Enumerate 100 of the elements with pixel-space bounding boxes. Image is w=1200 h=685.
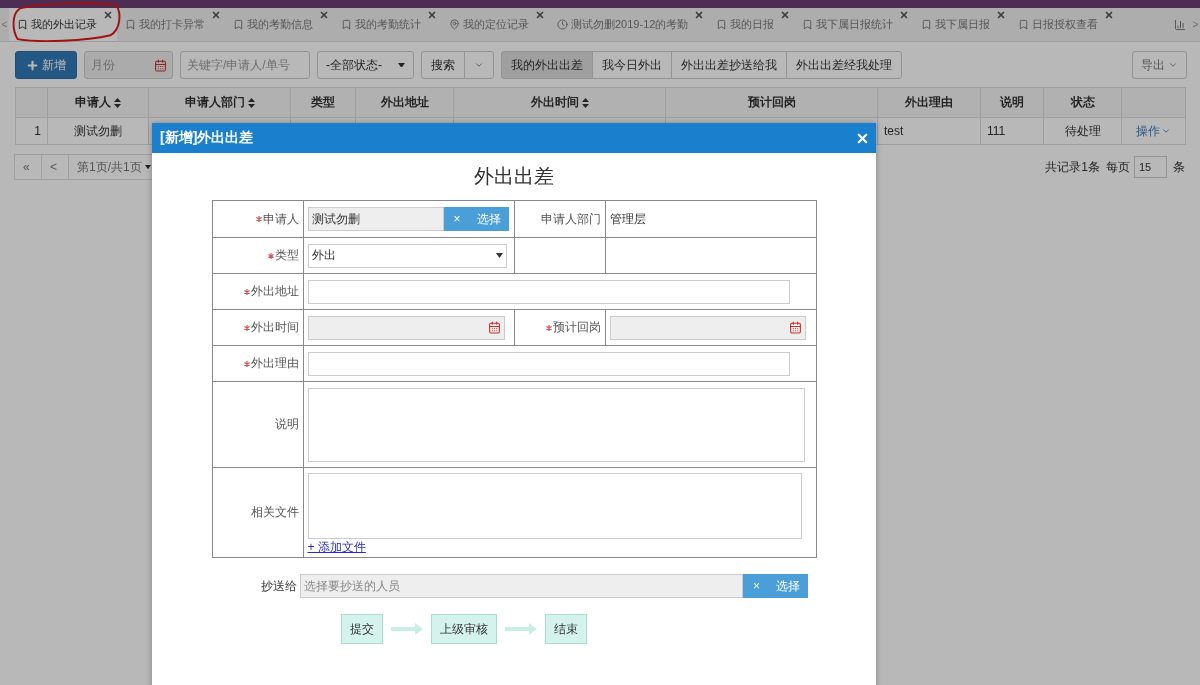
close-icon[interactable] xyxy=(319,10,329,20)
close-icon[interactable] xyxy=(1104,10,1115,20)
department-value: 管理层 xyxy=(609,211,646,226)
row-number: 1 xyxy=(15,117,48,145)
tab-label: 我的外出记录 xyxy=(31,17,97,32)
tab[interactable]: 我下属日报 xyxy=(913,8,1011,41)
view-tab[interactable]: 我今日外出 xyxy=(592,51,672,79)
view-tab[interactable]: 外出出差经我处理 xyxy=(786,51,902,79)
cc-field[interactable]: 选择要抄送的人员 xyxy=(300,574,743,598)
address-field[interactable] xyxy=(307,279,790,304)
column-header: 状态 xyxy=(1070,94,1095,111)
close-icon[interactable] xyxy=(103,10,113,20)
sort-icon[interactable] xyxy=(114,97,121,108)
calendar-icon xyxy=(154,58,167,72)
tab-label: 我的考勤统计 xyxy=(355,17,421,32)
field-label: 相关文件 xyxy=(250,504,299,521)
per-page-label: 每页 xyxy=(1106,158,1130,176)
calendar-icon xyxy=(487,321,501,334)
column-header: 申请人部门 xyxy=(184,94,245,111)
close-icon[interactable] xyxy=(535,10,545,20)
tab[interactable]: 我的打卡异常 xyxy=(117,8,225,41)
first-page-button[interactable]: « xyxy=(14,154,42,180)
close-icon[interactable] xyxy=(427,10,437,20)
prev-page-button[interactable]: < xyxy=(41,154,69,180)
tab-label: 我的考勤信息 xyxy=(247,17,313,32)
export-button[interactable]: 导出 xyxy=(1132,51,1187,79)
chart-icon[interactable] xyxy=(1174,18,1186,31)
field-label: 外出地址 xyxy=(250,283,299,300)
close-icon[interactable] xyxy=(899,10,910,20)
chevron-down-icon xyxy=(474,60,484,70)
tab[interactable]: 我的考勤信息 xyxy=(225,8,333,41)
keyword-field[interactable]: 关键字/申请人/单号 xyxy=(180,51,310,79)
search-button[interactable]: 搜索 xyxy=(421,51,465,79)
add-button[interactable]: 新增 xyxy=(15,51,77,79)
choose-button[interactable]: × 选择 xyxy=(443,207,509,231)
arrow-icon xyxy=(505,623,537,635)
sort-icon[interactable] xyxy=(247,97,255,108)
bookmark-icon xyxy=(802,19,814,30)
table-cell: 测试勿删 xyxy=(47,117,149,145)
tab[interactable]: 我的考勤统计 xyxy=(333,8,441,41)
tab-label: 我下属日报 xyxy=(935,17,991,32)
clock-icon xyxy=(557,19,568,30)
choose-button[interactable]: × 选择 xyxy=(743,574,808,598)
tab-label: 我的打卡异常 xyxy=(139,17,205,32)
reason-field[interactable] xyxy=(307,351,790,376)
field-label: 说明 xyxy=(274,416,299,433)
sort-icon[interactable] xyxy=(581,97,589,108)
flow-step: 提交 xyxy=(341,614,383,644)
close-icon[interactable] xyxy=(211,10,221,20)
per-page-unit: 条 xyxy=(1173,158,1185,176)
status-select[interactable]: -全部状态- xyxy=(317,51,414,79)
plus-icon xyxy=(26,58,39,72)
tab[interactable]: 我的日报 xyxy=(708,8,795,41)
form-heading: 外出出差 xyxy=(473,164,555,189)
field-label: 申请人部门 xyxy=(540,210,601,228)
field-label: 外出时间 xyxy=(250,319,299,336)
column-header: 申请人 xyxy=(75,94,111,111)
tab-label: 我下属日报统计 xyxy=(816,17,894,32)
month-field[interactable]: 月份 xyxy=(84,51,173,79)
bookmark-icon xyxy=(125,19,136,30)
column-header: 预计回岗 xyxy=(747,94,796,111)
tab[interactable]: 我下属日报统计 xyxy=(794,8,914,41)
dropdown-icon xyxy=(144,164,151,170)
view-tab[interactable]: 我的外出出差 xyxy=(501,51,593,79)
calendar-icon xyxy=(788,321,802,334)
column-header: 外出地址 xyxy=(380,94,429,111)
tab-label: 我的定位记录 xyxy=(463,17,529,32)
tab[interactable]: 我的定位记录 xyxy=(441,8,549,41)
flow-step: 结束 xyxy=(545,614,587,644)
type-select[interactable]: 外出 xyxy=(307,243,507,268)
tab-label: 我的日报 xyxy=(730,17,775,32)
bookmark-icon xyxy=(921,19,933,30)
table-cell: 待处理 xyxy=(1043,117,1122,145)
bookmark-icon xyxy=(17,19,28,30)
flow-step: 上级审核 xyxy=(431,614,497,644)
dialog-title: [新增]外出出差 xyxy=(160,129,254,147)
close-icon[interactable] xyxy=(694,10,705,20)
tab-label: 测试勿删2019-12的考勤 xyxy=(571,17,689,32)
return-time-field[interactable] xyxy=(609,315,806,340)
column-header: 外出理由 xyxy=(905,94,953,111)
view-tab[interactable]: 外出出差抄送给我 xyxy=(671,51,787,79)
close-icon[interactable] xyxy=(996,10,1007,20)
table-cell: test xyxy=(877,117,981,145)
bookmark-icon xyxy=(1018,19,1030,30)
bookmark-icon xyxy=(341,19,352,30)
close-icon[interactable] xyxy=(780,10,791,20)
tab-label: 日报授权查看 xyxy=(1032,17,1099,32)
per-page-field[interactable]: 15 xyxy=(1134,156,1167,178)
out-time-field[interactable] xyxy=(307,315,505,340)
tab[interactable]: 日报授权查看 xyxy=(1010,8,1119,41)
tab[interactable]: 测试勿删2019-12的考勤 xyxy=(549,8,709,41)
tab[interactable]: 我的外出记录 xyxy=(9,8,117,41)
bookmark-icon xyxy=(716,19,728,30)
column-header: 类型 xyxy=(311,94,335,111)
field-label: 类型 xyxy=(274,247,299,264)
field-label: 外出理由 xyxy=(250,355,299,372)
field-label: 申请人 xyxy=(262,210,299,228)
add-file-link[interactable]: + 添加文件 xyxy=(307,540,366,554)
applicant-field[interactable]: 测试勿删 xyxy=(307,207,444,231)
record-count: 共记录1条 xyxy=(1045,158,1100,176)
